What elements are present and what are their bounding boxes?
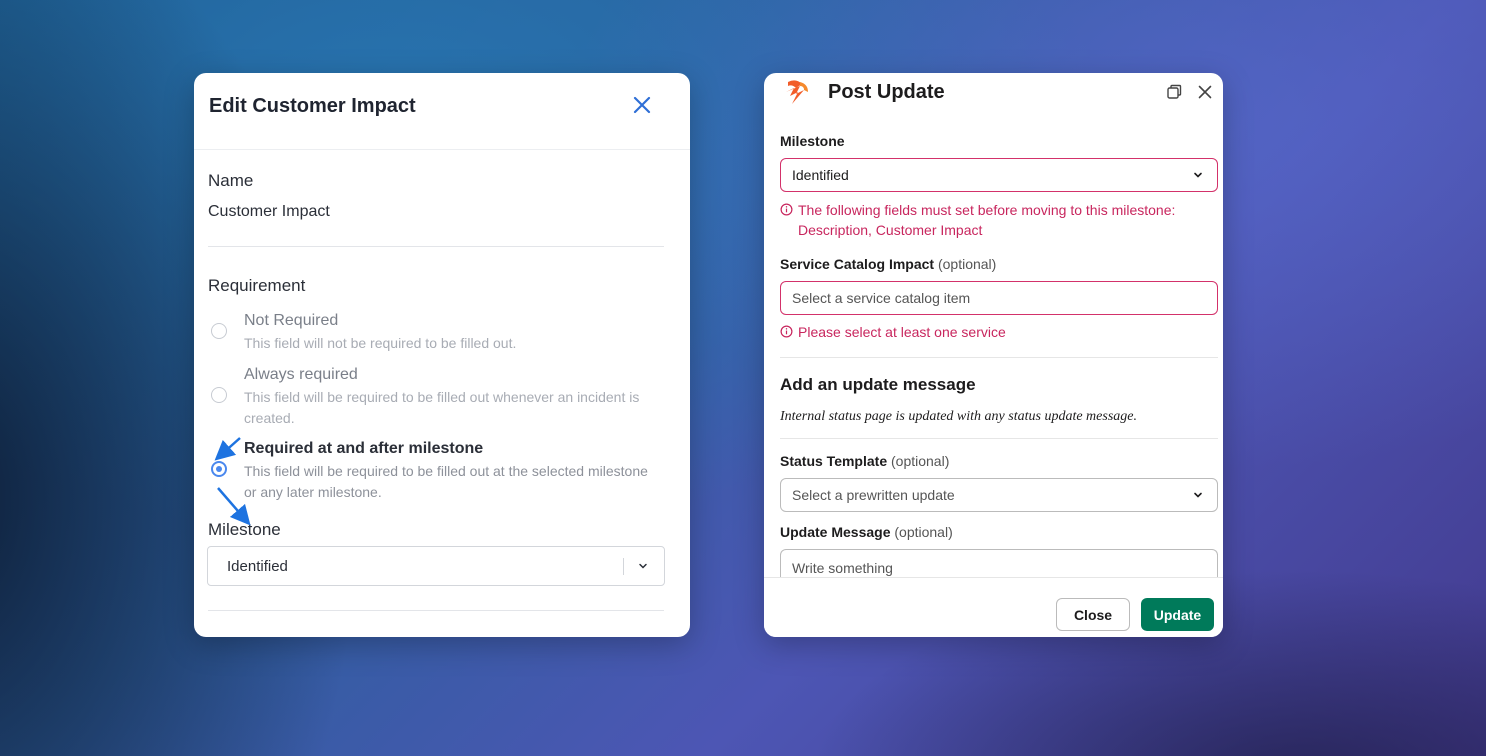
logo-icon [786, 80, 808, 104]
milestone-select[interactable]: Identified [207, 546, 665, 586]
close-icon[interactable] [630, 93, 654, 117]
status-template-select[interactable]: Select a prewritten update [780, 478, 1218, 512]
service-catalog-error: Please select at least one service [780, 322, 1200, 342]
post-update-modal: Post Update Milestone Identified The fol… [764, 73, 1223, 637]
update-message-label: Update Message (optional) [780, 524, 953, 540]
modal-footer: Close Update [764, 577, 1223, 637]
milestone-select-value: Identified [227, 558, 288, 575]
info-icon [780, 325, 793, 338]
radio-always-required[interactable] [211, 387, 227, 403]
status-template-label: Status Template (optional) [780, 453, 950, 469]
milestone-select-value: Identified [792, 167, 849, 183]
option-desc-not-required: This field will not be required to be fi… [244, 335, 517, 351]
maximize-icon[interactable] [1165, 83, 1183, 101]
chevron-down-icon [639, 563, 647, 569]
chevron-down-icon [1194, 492, 1202, 498]
option-title-not-required: Not Required [244, 312, 339, 329]
option-title-required-after-milestone: Required at and after milestone [244, 440, 484, 457]
name-label: Name [208, 171, 254, 190]
select-separator [623, 558, 624, 575]
modal-title: Edit Customer Impact [209, 95, 416, 117]
info-icon [780, 203, 793, 216]
chevron-down-icon [1194, 172, 1202, 178]
close-button[interactable]: Close [1056, 598, 1130, 631]
update-button[interactable]: Update [1141, 598, 1214, 631]
option-desc-always-required: This field will be required to be filled… [244, 389, 640, 426]
edit-customer-impact-modal: Edit Customer Impact Name Customer Impac… [194, 73, 690, 637]
service-catalog-placeholder: Select a service catalog item [792, 290, 971, 306]
option-desc-required-after-milestone: This field will be required to be filled… [244, 463, 648, 500]
section-note: Internal status page is updated with any… [780, 409, 1137, 424]
modal-header: Edit Customer Impact [194, 73, 690, 150]
status-template-placeholder: Select a prewritten update [792, 487, 955, 503]
section-title: Add an update message [780, 375, 976, 394]
modal-title: Post Update [828, 81, 945, 103]
milestone-select[interactable]: Identified [780, 158, 1218, 192]
divider [780, 357, 1218, 358]
milestone-error: The following fields must set before mov… [780, 200, 1200, 240]
close-icon[interactable] [1196, 83, 1214, 101]
update-message-placeholder: Write something [792, 560, 893, 576]
name-value: Customer Impact [208, 203, 330, 220]
divider [780, 438, 1218, 439]
requirement-label: Requirement [208, 276, 306, 295]
arrow-annotation-icon [214, 437, 251, 526]
service-catalog-input[interactable]: Select a service catalog item [780, 281, 1218, 315]
radio-not-required[interactable] [211, 323, 227, 339]
service-catalog-label: Service Catalog Impact (optional) [780, 256, 997, 272]
option-title-always-required: Always required [244, 366, 358, 383]
divider [208, 246, 664, 247]
divider [208, 610, 664, 611]
milestone-label: Milestone [780, 133, 845, 149]
